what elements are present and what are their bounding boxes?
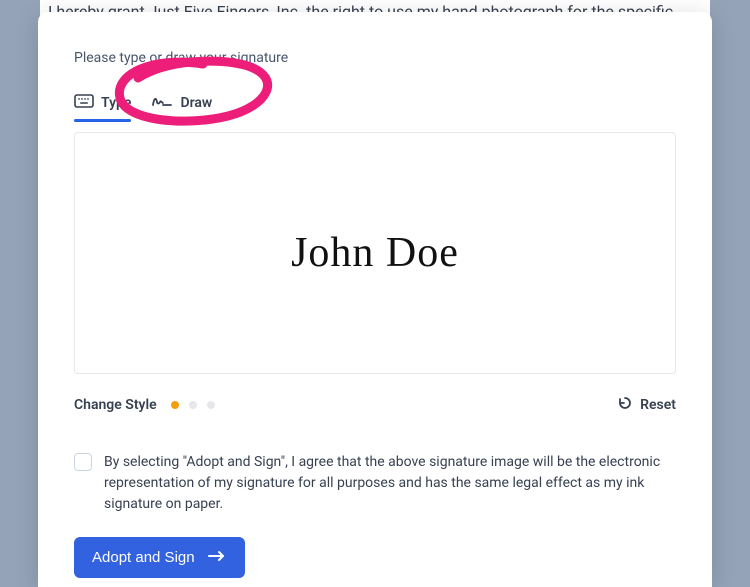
instruction-text: Please type or draw your signature	[74, 50, 676, 66]
tab-type-label: Type	[101, 95, 131, 111]
signature-tabs: Type Draw	[74, 94, 676, 120]
style-left: Change Style	[74, 397, 215, 413]
style-dot-3[interactable]	[207, 401, 215, 409]
style-dots	[171, 401, 215, 409]
tab-draw[interactable]: Draw	[151, 94, 212, 120]
reset-label: Reset	[640, 397, 676, 413]
change-style-label: Change Style	[74, 397, 157, 413]
style-dot-2[interactable]	[189, 401, 197, 409]
style-dot-1[interactable]	[171, 401, 179, 409]
reset-button[interactable]: Reset	[617, 396, 676, 414]
keyboard-icon	[74, 94, 94, 112]
adopt-label: Adopt and Sign	[92, 549, 195, 566]
reset-icon	[617, 396, 633, 414]
signature-canvas[interactable]: John Doe	[74, 132, 676, 374]
signature-icon	[151, 94, 173, 112]
tab-type[interactable]: Type	[74, 94, 131, 120]
consent-row: By selecting "Adopt and Sign", I agree t…	[74, 452, 676, 515]
signature-modal: Please type or draw your signature Type	[38, 12, 712, 587]
tab-draw-label: Draw	[180, 95, 212, 111]
consent-text: By selecting "Adopt and Sign", I agree t…	[104, 452, 676, 515]
consent-checkbox[interactable]	[74, 453, 92, 471]
adopt-and-sign-button[interactable]: Adopt and Sign	[74, 537, 245, 578]
signature-display: John Doe	[291, 229, 459, 277]
style-row: Change Style Reset	[74, 396, 676, 414]
arrow-right-icon	[207, 549, 227, 566]
